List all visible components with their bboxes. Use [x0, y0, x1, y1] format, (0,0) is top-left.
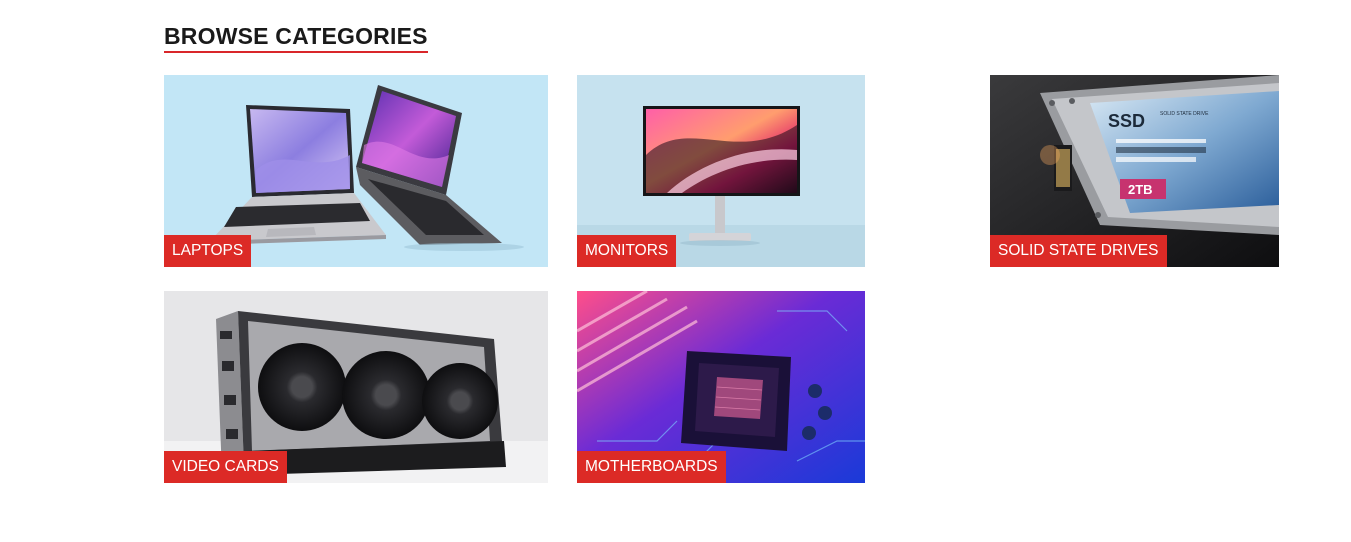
ssd-brand-text: SSD [1108, 111, 1145, 131]
category-label: MOTHERBOARDS [577, 451, 726, 483]
category-label: VIDEO CARDS [164, 451, 287, 483]
category-card-laptops[interactable]: LAPTOPS [164, 75, 548, 267]
category-label: LAPTOPS [164, 235, 252, 267]
ssd-capacity-text: 2TB [1128, 182, 1153, 197]
category-card-video-cards[interactable]: VIDEO CARDS [164, 291, 548, 483]
category-card-motherboards[interactable]: MOTHERBOARDS [577, 291, 865, 483]
section-title: BROWSE CATEGORIES [164, 22, 428, 53]
category-card-monitors[interactable]: MONITORS [577, 75, 865, 267]
ssd-caption-text: SOLID STATE DRIVE [1160, 111, 1209, 117]
category-card-solid-state-drives[interactable]: SSD SOLID STATE DRIVE 2TB SOLID STATE DR… [990, 75, 1279, 267]
category-label: MONITORS [577, 235, 677, 267]
category-label: SOLID STATE DRIVES [990, 235, 1167, 267]
